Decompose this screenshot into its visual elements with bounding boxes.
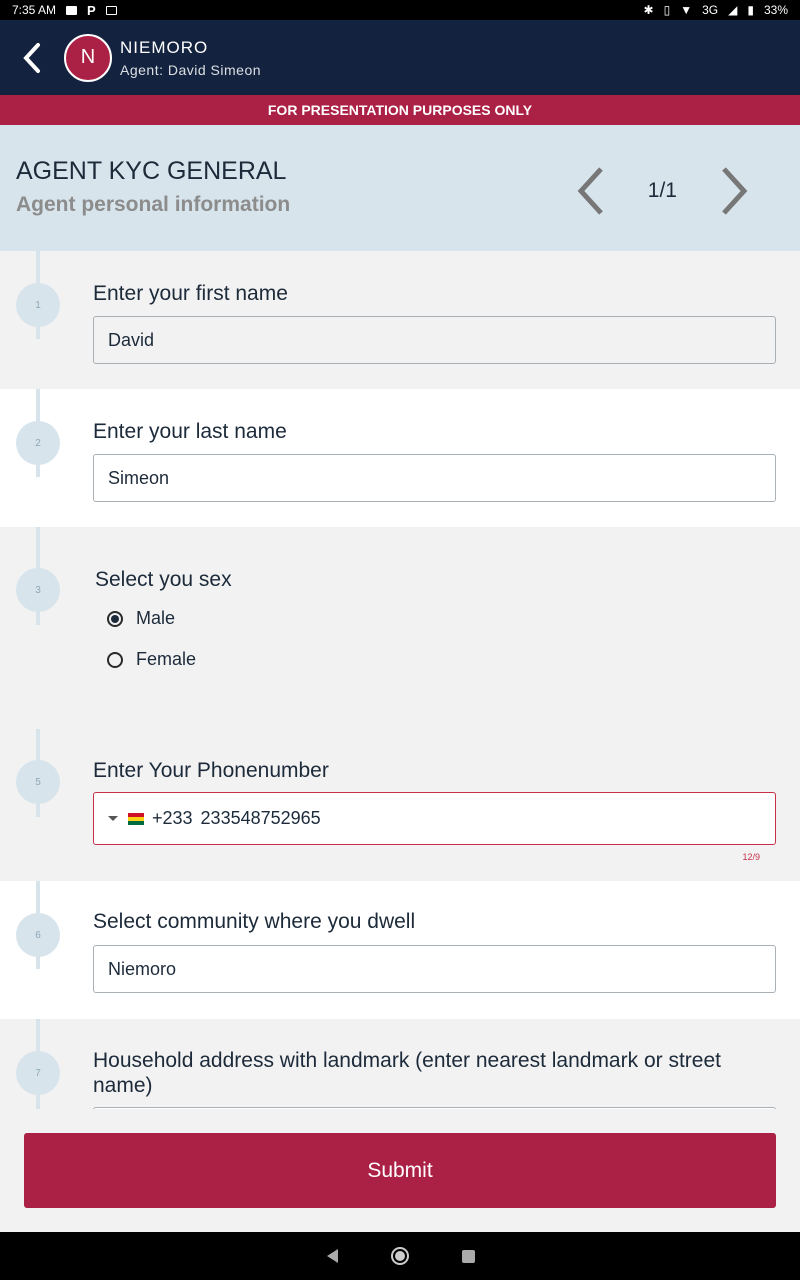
chevron-left-icon <box>23 42 40 73</box>
network-label: 3G <box>702 3 719 17</box>
radio-label: Female <box>136 649 197 669</box>
status-time: 7:35 AM <box>12 3 57 17</box>
question-sex: 3 Select you sex Male Female 5 Enter You… <box>0 527 800 881</box>
ghana-flag-icon <box>128 812 144 825</box>
question-number: 6 <box>16 913 60 957</box>
last-name-field[interactable]: Simeon <box>93 454 776 502</box>
app-title: NIEMORO <box>120 37 209 57</box>
section-subtitle: Agent personal information <box>16 193 291 216</box>
question-label: Select you sex <box>95 568 232 591</box>
vibrate-icon: ▯ <box>663 3 671 17</box>
character-counter: 12/9 <box>742 852 760 862</box>
question-last-name: 2 Enter your last name Simeon <box>0 389 800 527</box>
next-page-button[interactable] <box>712 165 752 217</box>
first-name-field[interactable]: David <box>93 316 776 364</box>
nav-recents-button[interactable] <box>434 1232 502 1280</box>
battery-level: 33% <box>763 3 788 17</box>
question-number: 7 <box>16 1051 60 1095</box>
submit-button[interactable]: Submit <box>24 1133 776 1208</box>
image-notification-icon <box>66 5 78 15</box>
triangle-back-icon <box>326 1249 338 1263</box>
question-label: Select community where you dwell <box>93 910 416 933</box>
phone-field[interactable]: +233 233548752965 <box>93 792 776 845</box>
question-number: 5 <box>16 760 60 804</box>
country-dropdown-icon[interactable] <box>108 816 118 821</box>
back-button[interactable] <box>0 20 64 95</box>
phone-value: 233548752965 <box>200 808 321 828</box>
question-number: 3 <box>16 568 60 612</box>
country-code: +233 <box>152 808 193 828</box>
question-label: Household address with landmark (enter n… <box>93 1049 721 1097</box>
signal-icon: ◢ <box>728 3 738 17</box>
question-first-name: 1 Enter your first name David <box>0 251 800 389</box>
app-subtitle: Agent: David Simeon <box>120 61 262 78</box>
question-number: 1 <box>16 283 60 327</box>
submit-area: Submit <box>0 1109 800 1232</box>
question-label: Enter your last name <box>93 420 287 443</box>
question-label: Enter your first name <box>93 282 288 305</box>
page-indicator: 1/1 <box>647 179 677 202</box>
wifi-icon: ▼ <box>680 3 693 17</box>
radio-female[interactable]: Female <box>107 649 196 670</box>
radio-unselected-icon <box>107 651 123 668</box>
nav-back-button[interactable] <box>298 1232 366 1280</box>
question-label: Enter Your Phonenumber <box>93 759 329 782</box>
previous-page-button[interactable] <box>573 165 613 217</box>
navigation-bar <box>0 1232 800 1280</box>
battery-icon: ▮ <box>747 3 754 17</box>
nav-home-button[interactable] <box>366 1232 434 1280</box>
home-circle-icon <box>391 1247 409 1265</box>
radio-selected-icon <box>107 610 123 627</box>
screen-cast-icon <box>105 5 117 15</box>
p-notification-icon: P <box>87 2 96 18</box>
status-bar: 7:35 AM P ✱ ▯ ▼ 3G ◢ ▮ 33% <box>0 0 800 20</box>
question-community: 6 Select community where you dwell Niemo… <box>0 881 800 1019</box>
question-address: 7 Household address with landmark (enter… <box>0 1019 800 1109</box>
section-header: AGENT KYC GENERAL Agent personal informa… <box>0 125 800 251</box>
section-title: AGENT KYC GENERAL <box>16 157 287 185</box>
question-number: 2 <box>16 421 60 465</box>
community-field[interactable]: Niemoro <box>93 945 776 993</box>
pager: 1/1 <box>573 165 752 217</box>
app-bar: N NIEMORO Agent: David Simeon <box>0 20 800 95</box>
square-recents-icon <box>461 1249 475 1263</box>
radio-male[interactable]: Male <box>107 608 175 629</box>
avatar: N <box>64 33 112 82</box>
radio-label: Male <box>136 608 176 628</box>
bluetooth-icon: ✱ <box>643 3 654 17</box>
presentation-banner: FOR PRESENTATION PURPOSES ONLY <box>0 95 800 125</box>
